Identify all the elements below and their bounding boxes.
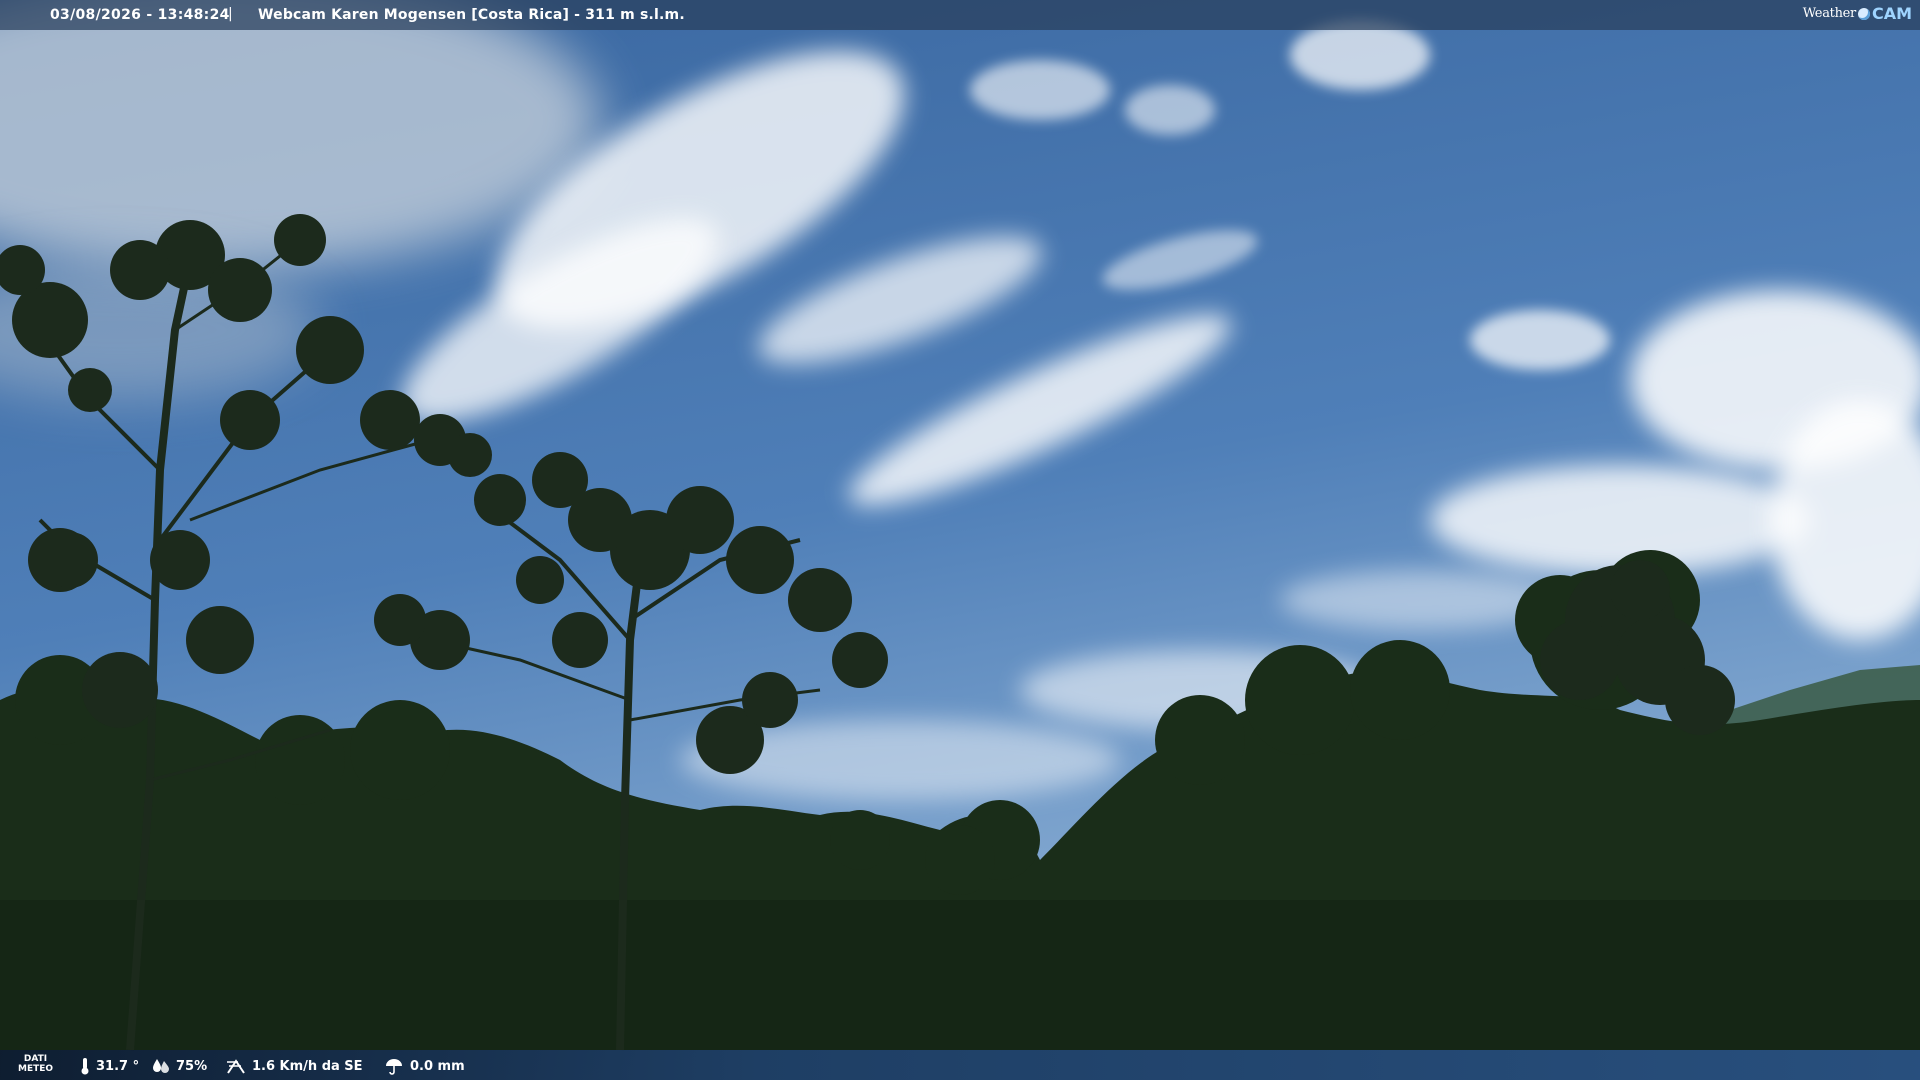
webcam-scene bbox=[0, 0, 1920, 1080]
temperature-value: 31.7 ° bbox=[96, 1058, 140, 1074]
wind-reading: 1.6 Km/h da SE bbox=[226, 1056, 363, 1076]
rain-reading: 0.0 mm bbox=[384, 1056, 465, 1076]
logo-globe-icon bbox=[1857, 7, 1870, 20]
rain-value: 0.0 mm bbox=[410, 1058, 465, 1074]
timestamp: 03/08/2026 - 13:48:24 bbox=[50, 7, 230, 23]
umbrella-icon bbox=[386, 1059, 402, 1075]
webcam-title: Webcam Karen Mogensen [Costa Rica] - 311… bbox=[258, 7, 685, 23]
forest-shadow bbox=[0, 900, 1920, 1050]
meteo-label: DATI METEO bbox=[18, 1054, 53, 1074]
top-overlay-bar: 03/08/2026 - 13:48:24 | Webcam Karen Mog… bbox=[0, 0, 1920, 30]
meteo-label-line1: DATI bbox=[23, 1054, 48, 1064]
meteo-label-line2: METEO bbox=[18, 1064, 54, 1074]
wind-value: 1.6 Km/h da SE bbox=[252, 1058, 363, 1074]
thermometer-icon bbox=[81, 1058, 89, 1075]
humidity-value: 75% bbox=[176, 1058, 208, 1074]
separator: | bbox=[228, 6, 233, 22]
humidity-drop-icon bbox=[153, 1059, 169, 1073]
wind-icon bbox=[227, 1059, 245, 1074]
logo-weather-text: Weather bbox=[1802, 6, 1856, 21]
meteo-bar: DATI METEO 31.7 ° 75% 1.6 Km/h da SE 0.0… bbox=[0, 1050, 1920, 1080]
humidity-reading: 75% bbox=[152, 1056, 207, 1076]
weathercam-logo: Weather CAM bbox=[1803, 4, 1912, 23]
logo-cam-text: CAM bbox=[1871, 4, 1912, 23]
temperature-reading: 31.7 ° bbox=[80, 1056, 139, 1076]
